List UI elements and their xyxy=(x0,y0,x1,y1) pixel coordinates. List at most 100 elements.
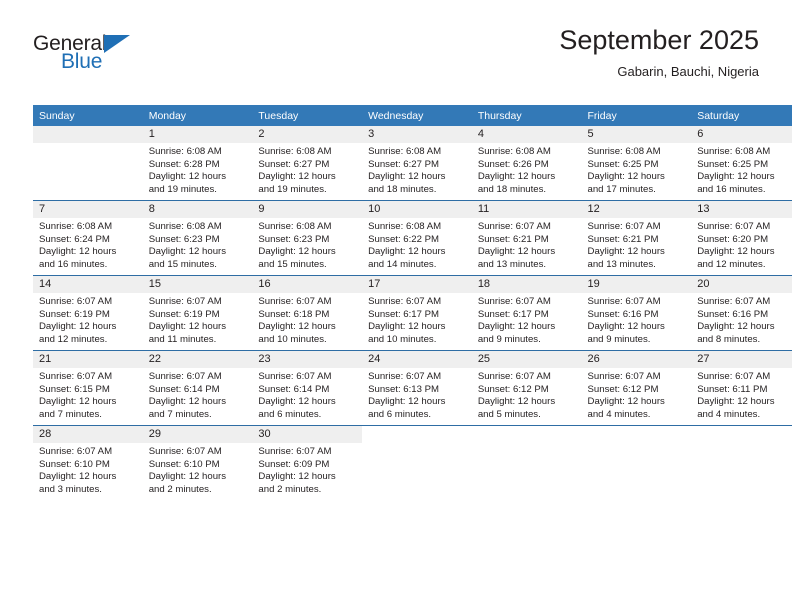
calendar-day-cell[interactable]: 1 Sunrise: 6:08 AM Sunset: 6:28 PM Daylight… xyxy=(142,126,253,201)
calendar-day-cell[interactable]: 16 Sunrise: 6:07 AM Sunset: 6:18 PM Dayligh… xyxy=(252,275,363,351)
daylight-duration-line1: Daylight: 12 hours xyxy=(258,396,336,408)
day-number: 15 xyxy=(142,276,253,293)
day-details: Sunrise: 6:07 AM Sunset: 6:15 PM Daylight:… xyxy=(33,368,143,421)
day-details: Sunrise: 6:08 AM Sunset: 6:23 PM Daylight:… xyxy=(143,218,253,271)
sunrise-time: Sunrise: 6:08 AM xyxy=(258,221,332,232)
day-number: 2 xyxy=(252,126,363,143)
sunset-time: Sunset: 6:16 PM xyxy=(587,308,659,320)
sunset-time: Sunset: 6:27 PM xyxy=(368,158,440,170)
sunset-time: Sunset: 6:12 PM xyxy=(477,383,549,395)
sunrise-time: Sunrise: 6:07 AM xyxy=(587,371,661,382)
day-number: 17 xyxy=(362,276,472,293)
sunrise-time: Sunrise: 6:07 AM xyxy=(368,296,442,307)
daylight-duration-line2: and 18 minutes. xyxy=(368,183,437,195)
day-number: 18 xyxy=(471,276,582,293)
sunset-time: Sunset: 6:24 PM xyxy=(39,233,110,245)
calendar-day-cell[interactable]: 17 Sunrise: 6:07 AM Sunset: 6:17 PM Dayligh… xyxy=(362,275,472,351)
calendar-day-cell[interactable]: 15 Sunrise: 6:07 AM Sunset: 6:19 PM Dayligh… xyxy=(142,275,253,351)
daylight-duration-line1: Daylight: 12 hours xyxy=(368,396,446,408)
day-number: 20 xyxy=(691,276,792,293)
calendar-day-cell[interactable]: 7 Sunrise: 6:08 AM Sunset: 6:24 PM Daylight… xyxy=(33,200,143,276)
calendar-day-cell[interactable]: 12 Sunrise: 6:07 AM Sunset: 6:21 PM Dayligh… xyxy=(581,200,692,276)
day-details: Sunrise: 6:07 AM Sunset: 6:17 PM Daylight:… xyxy=(362,293,472,346)
day-number xyxy=(691,426,792,443)
calendar-day-cell[interactable]: 5 Sunrise: 6:08 AM Sunset: 6:25 PM Daylight… xyxy=(581,126,692,201)
calendar-cell-empty xyxy=(33,126,143,201)
daylight-duration-line1: Daylight: 12 hours xyxy=(697,171,775,183)
sunset-time: Sunset: 6:09 PM xyxy=(258,458,330,470)
daylight-duration-line1: Daylight: 12 hours xyxy=(697,321,775,333)
day-number: 12 xyxy=(581,201,692,218)
daylight-duration-line2: and 7 minutes. xyxy=(39,408,102,420)
sunset-time: Sunset: 6:18 PM xyxy=(258,308,330,320)
weekday-header-thursday: Thursday xyxy=(471,105,582,126)
calendar-day-cell[interactable]: 28 Sunrise: 6:07 AM Sunset: 6:10 PM Dayligh… xyxy=(33,425,143,500)
sunrise-time: Sunrise: 6:07 AM xyxy=(258,371,332,382)
daylight-duration-line1: Daylight: 12 hours xyxy=(148,471,227,483)
calendar-day-cell[interactable]: 10 Sunrise: 6:08 AM Sunset: 6:22 PM Dayligh… xyxy=(362,200,472,276)
calendar-header-row: Sunday Monday Tuesday Wednesday Thursday Frid… xyxy=(33,105,792,126)
daylight-duration-line2: and 11 minutes. xyxy=(148,333,217,345)
calendar-day-cell[interactable]: 6 Sunrise: 6:08 AM Sunset: 6:25 PM Daylight… xyxy=(691,126,792,201)
sunrise-time: Sunrise: 6:08 AM xyxy=(148,146,222,157)
calendar-day-cell[interactable]: 8 Sunrise: 6:08 AM Sunset: 6:23 PM Daylight… xyxy=(142,200,253,276)
calendar-day-cell[interactable]: 20 Sunrise: 6:07 AM Sunset: 6:16 PM Dayligh… xyxy=(691,275,792,351)
calendar-day-cell[interactable]: 30 Sunrise: 6:07 AM Sunset: 6:09 PM Dayligh… xyxy=(252,425,363,500)
daylight-duration-line2: and 5 minutes. xyxy=(477,408,541,420)
sunset-time: Sunset: 6:16 PM xyxy=(697,308,769,320)
day-details: Sunrise: 6:08 AM Sunset: 6:27 PM Daylight:… xyxy=(362,143,472,196)
daylight-duration-line1: Daylight: 12 hours xyxy=(148,321,227,333)
sunrise-time: Sunrise: 6:07 AM xyxy=(148,371,222,382)
calendar-day-cell[interactable]: 24 Sunrise: 6:07 AM Sunset: 6:13 PM Dayligh… xyxy=(362,350,472,426)
calendar-day-cell[interactable]: 29 Sunrise: 6:07 AM Sunset: 6:10 PM Dayligh… xyxy=(142,425,253,500)
sunrise-time: Sunrise: 6:08 AM xyxy=(697,146,771,157)
daylight-duration-line1: Daylight: 12 hours xyxy=(39,471,117,483)
day-details: Sunrise: 6:08 AM Sunset: 6:25 PM Daylight:… xyxy=(691,143,792,196)
calendar-week-row: 14 Sunrise: 6:07 AM Sunset: 6:19 PM Dayligh… xyxy=(33,275,792,351)
sunset-time: Sunset: 6:21 PM xyxy=(587,233,659,245)
sunset-time: Sunset: 6:14 PM xyxy=(148,383,220,395)
calendar-day-cell[interactable]: 14 Sunrise: 6:07 AM Sunset: 6:19 PM Dayligh… xyxy=(33,275,143,351)
calendar-day-cell[interactable]: 22 Sunrise: 6:07 AM Sunset: 6:14 PM Dayligh… xyxy=(142,350,253,426)
calendar-day-cell[interactable]: 11 Sunrise: 6:07 AM Sunset: 6:21 PM Dayligh… xyxy=(471,200,582,276)
day-number: 28 xyxy=(33,426,143,443)
daylight-duration-line1: Daylight: 12 hours xyxy=(258,471,336,483)
daylight-duration-line1: Daylight: 12 hours xyxy=(477,396,556,408)
calendar-day-cell[interactable]: 2 Sunrise: 6:08 AM Sunset: 6:27 PM Daylight… xyxy=(252,126,363,201)
sunrise-time: Sunrise: 6:07 AM xyxy=(39,296,113,307)
general-blue-logo[interactable]: General Blue xyxy=(33,32,213,82)
calendar-cell-blank xyxy=(691,425,792,500)
calendar-day-cell[interactable]: 27 Sunrise: 6:07 AM Sunset: 6:11 PM Dayligh… xyxy=(691,350,792,426)
day-details: Sunrise: 6:07 AM Sunset: 6:12 PM Daylight:… xyxy=(472,368,582,421)
calendar-page: General Blue September 2025 Gabarin, Bau… xyxy=(0,0,792,612)
daylight-duration-line2: and 7 minutes. xyxy=(148,408,212,420)
calendar-day-cell[interactable]: 23 Sunrise: 6:07 AM Sunset: 6:14 PM Dayligh… xyxy=(252,350,363,426)
weekday-header-wednesday: Wednesday xyxy=(362,105,472,126)
calendar-day-cell[interactable]: 26 Sunrise: 6:07 AM Sunset: 6:12 PM Dayligh… xyxy=(581,350,692,426)
daylight-duration-line1: Daylight: 12 hours xyxy=(697,246,775,258)
calendar-day-cell[interactable]: 18 Sunrise: 6:07 AM Sunset: 6:17 PM Dayligh… xyxy=(471,275,582,351)
day-details: Sunrise: 6:07 AM Sunset: 6:17 PM Daylight:… xyxy=(472,293,582,346)
day-details: Sunrise: 6:07 AM Sunset: 6:21 PM Daylight:… xyxy=(472,218,582,271)
day-details: Sunrise: 6:07 AM Sunset: 6:14 PM Daylight:… xyxy=(143,368,253,421)
location-subtitle: Gabarin, Bauchi, Nigeria xyxy=(617,64,759,79)
sunset-time: Sunset: 6:12 PM xyxy=(587,383,659,395)
calendar-day-cell[interactable]: 21 Sunrise: 6:07 AM Sunset: 6:15 PM Dayligh… xyxy=(33,350,143,426)
day-number xyxy=(582,426,692,443)
title-block: September 2025 Gabarin, Bauchi, Nigeria xyxy=(559,24,759,81)
calendar-day-cell[interactable]: 4 Sunrise: 6:08 AM Sunset: 6:26 PM Daylight… xyxy=(471,126,582,201)
day-details: Sunrise: 6:07 AM Sunset: 6:10 PM Daylight:… xyxy=(143,443,253,496)
daylight-duration-line1: Daylight: 12 hours xyxy=(477,246,556,258)
sunrise-time: Sunrise: 6:08 AM xyxy=(39,221,113,232)
calendar-day-cell[interactable]: 13 Sunrise: 6:07 AM Sunset: 6:20 PM Dayligh… xyxy=(691,200,792,276)
day-number: 11 xyxy=(471,201,582,218)
calendar-day-cell[interactable]: 19 Sunrise: 6:07 AM Sunset: 6:16 PM Dayligh… xyxy=(581,275,692,351)
calendar-day-cell[interactable]: 25 Sunrise: 6:07 AM Sunset: 6:12 PM Dayligh… xyxy=(471,350,582,426)
sunset-time: Sunset: 6:17 PM xyxy=(477,308,549,320)
calendar-day-cell[interactable]: 9 Sunrise: 6:08 AM Sunset: 6:23 PM Daylight… xyxy=(252,200,363,276)
calendar-day-cell[interactable]: 3 Sunrise: 6:08 AM Sunset: 6:27 PM Daylight… xyxy=(362,126,472,201)
day-details xyxy=(33,143,143,146)
day-details: Sunrise: 6:07 AM Sunset: 6:20 PM Daylight:… xyxy=(691,218,792,271)
daylight-duration-line2: and 17 minutes. xyxy=(587,183,656,195)
calendar-cell-blank xyxy=(581,425,692,500)
